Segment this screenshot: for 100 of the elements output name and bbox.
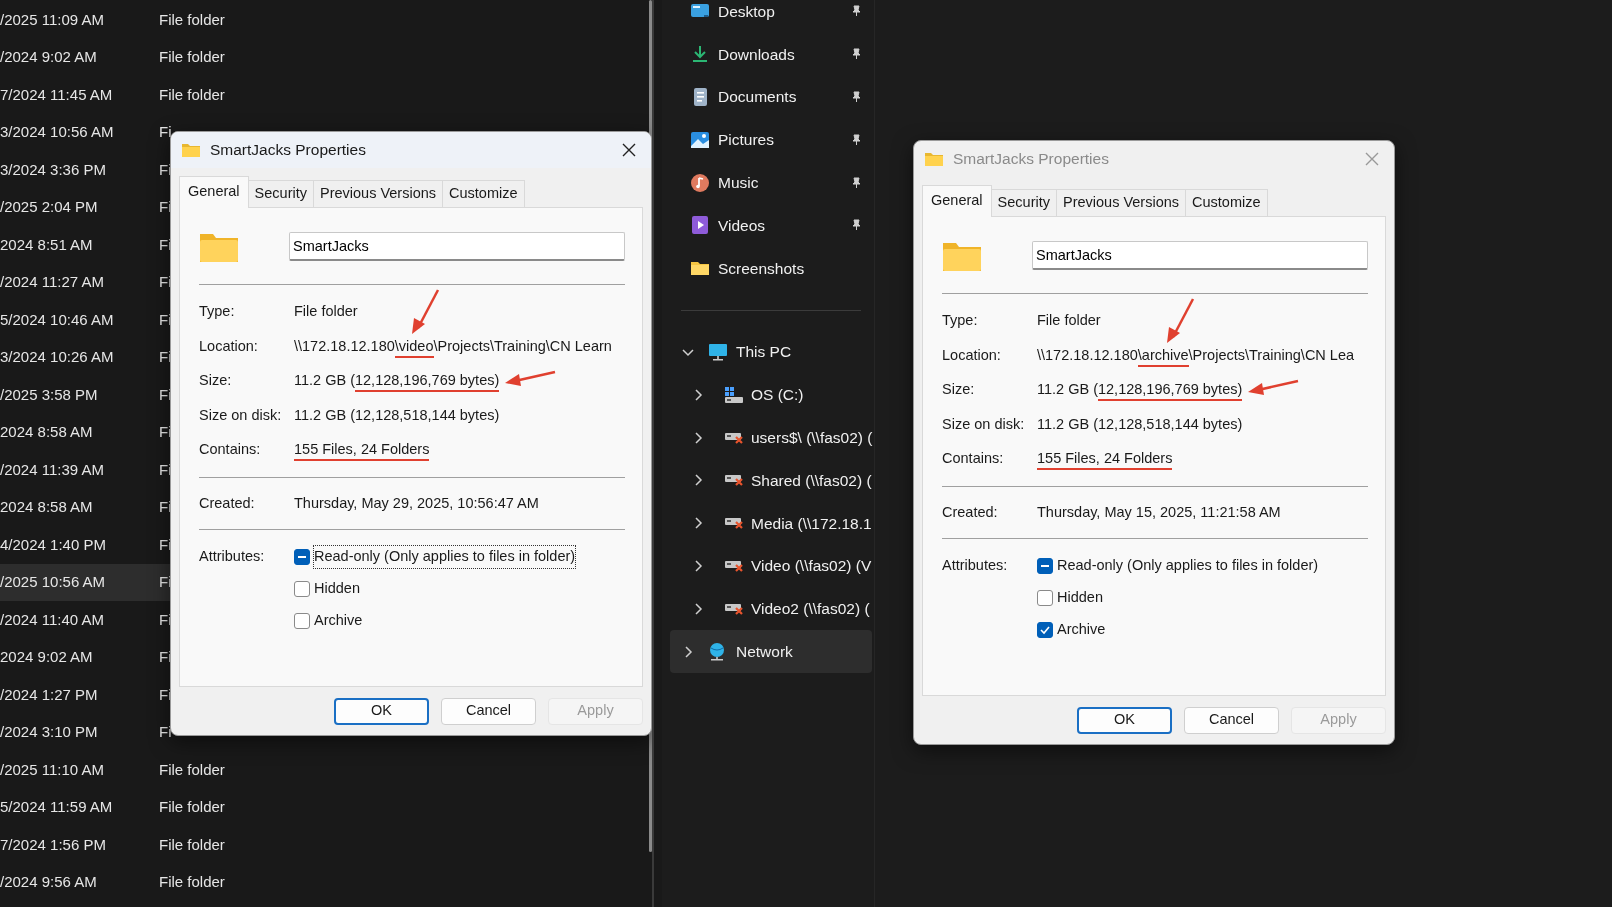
field-label: Created: — [942, 502, 999, 522]
date-text: 5/2024 11:59 AM — [0, 797, 114, 817]
field-value: 11.2 GB (12,128,196,769 bytes) — [1037, 379, 1243, 401]
type-text: File folder — [159, 47, 225, 67]
checkbox-label[interactable]: Read-only (Only applies to files in folder) — [1057, 555, 1319, 577]
type-text: Fi — [159, 122, 172, 142]
name-field[interactable]: SmartJacks — [289, 232, 625, 262]
date-text: /2025 2:04 PM — [0, 197, 99, 217]
checkbox[interactable] — [294, 612, 310, 629]
date-text: /2024 11:39 AM — [0, 459, 105, 480]
date-text: 3/2024 3:36 PM — [0, 159, 107, 180]
file-row[interactable]: 7/2024 1:56 PM File folder — [0, 826, 652, 864]
nav-item[interactable]: Documents — [662, 75, 874, 119]
type-text: File folder — [159, 84, 225, 105]
nav-item[interactable]: Downloads — [662, 32, 874, 76]
field-value: 11.2 GB (12,128,518,144 bytes) — [1037, 414, 1243, 434]
field-value: Thursday, May 15, 2025, 11:21:58 AM — [1037, 502, 1281, 522]
field-label: Size on disk: — [199, 405, 283, 425]
field-value: 11.2 GB (12,128,518,144 bytes) — [294, 405, 500, 425]
date-text: /2025 10:56 AM — [0, 572, 107, 592]
date-text: /2025 11:10 AM — [0, 759, 105, 780]
date-text: 7/2024 1:56 PM — [0, 834, 107, 855]
video-icon — [690, 215, 710, 236]
field-label: Created: — [199, 493, 256, 513]
field-label: Type: — [942, 311, 979, 331]
field-value: File folder — [1037, 311, 1101, 331]
field-value: \\172.18.12.180\video\Projects\Training\CN Learn — [294, 335, 612, 358]
checkbox[interactable] — [294, 580, 310, 597]
field-value: File folder — [294, 302, 358, 322]
dialog-button[interactable]: Cancel — [1184, 706, 1279, 734]
tree-item[interactable]: Video (\\fas02) (V — [662, 544, 874, 588]
nav-item[interactable]: Videos — [662, 204, 874, 247]
tree-item[interactable]: OS (C:) — [662, 373, 874, 417]
type-text: File folder — [159, 9, 225, 30]
tab[interactable]: General — [179, 176, 249, 208]
date-text: 3/2024 10:56 AM — [0, 122, 115, 142]
tab[interactable]: Customize — [1185, 189, 1268, 216]
type-text: File folder — [159, 834, 225, 855]
checkbox-label[interactable]: Archive — [314, 609, 363, 632]
dialog-button[interactable]: OK — [334, 697, 429, 725]
file-row[interactable]: /2024 9:56 AM File folder — [0, 863, 652, 901]
tab[interactable]: Customize — [442, 180, 525, 207]
music-icon — [690, 172, 710, 193]
nav-item[interactable]: Music — [662, 161, 874, 204]
file-row[interactable]: /2024 9:02 AM File folder — [0, 38, 652, 76]
tab[interactable]: General — [922, 185, 992, 217]
date-text: /2025 11:09 AM — [0, 9, 105, 30]
dash-icon — [298, 556, 306, 559]
date-text: /2024 9:56 AM — [0, 872, 98, 892]
field-value: 11.2 GB (12,128,196,769 bytes) — [294, 370, 500, 392]
nav-item[interactable]: Desktop — [662, 0, 874, 33]
type-text: File folder — [159, 759, 225, 780]
checkbox-label[interactable]: Read-only (Only applies to files in folder) — [314, 546, 576, 568]
file-row[interactable]: 5/2024 11:59 AM File folder — [0, 788, 652, 826]
file-row[interactable]: 7/2024 11:45 AM File folder — [0, 76, 652, 114]
checkbox[interactable] — [1037, 589, 1053, 606]
field-value: \\172.18.12.180\archive\Projects\Training\CN Lea — [1037, 344, 1355, 367]
dialog-button[interactable]: OK — [1077, 706, 1172, 734]
field-label: Contains: — [942, 449, 1005, 469]
date-text: /2024 3:10 PM — [0, 722, 99, 742]
tree-item[interactable]: Media (\\172.18.1 — [662, 501, 874, 545]
checkbox[interactable] — [1037, 558, 1053, 575]
date-text: 2024 8:51 AM — [0, 234, 94, 255]
nav-item[interactable]: Screenshots — [662, 246, 874, 290]
checkbox[interactable] — [1037, 621, 1053, 638]
date-text: /2024 11:27 AM — [0, 272, 105, 292]
checkbox-label[interactable]: Archive — [1057, 618, 1106, 641]
date-text: /2024 11:40 AM — [0, 609, 105, 630]
tree-item[interactable]: users$\ (\\fas02) ( — [662, 416, 874, 459]
type-text: File folder — [159, 872, 225, 892]
close-icon — [1364, 151, 1380, 167]
checkbox-label[interactable]: Hidden — [1057, 587, 1103, 609]
field-label: Size: — [199, 371, 233, 391]
nav-item[interactable]: Pictures — [662, 118, 874, 162]
field-label: Contains: — [199, 440, 262, 460]
tree-item[interactable]: This PC — [662, 330, 874, 374]
type-text: File folder — [159, 797, 225, 817]
checkbox[interactable] — [294, 549, 310, 566]
checkbox-label[interactable]: Hidden — [314, 578, 360, 600]
tree-item[interactable]: Shared (\\fas02) ( — [662, 458, 874, 502]
type-text: Fi — [159, 722, 172, 742]
file-row[interactable]: /2025 11:10 AM File folder — [0, 751, 652, 789]
monitor-icon — [708, 341, 728, 362]
date-text: 4/2024 1:40 PM — [0, 534, 107, 555]
window-title: SmartJacks Properties — [210, 140, 366, 161]
field-label: Attributes: — [942, 556, 1009, 576]
name-field[interactable]: SmartJacks — [1032, 241, 1368, 271]
folder-icon — [924, 151, 944, 167]
date-text: /2025 3:58 PM — [0, 384, 99, 405]
date-text: /2024 1:27 PM — [0, 684, 99, 705]
network-drive-icon — [724, 474, 744, 487]
network-drive-icon — [724, 559, 744, 572]
file-row[interactable]: /2025 11:09 AM File folder — [0, 1, 652, 39]
window-title: SmartJacks Properties — [953, 149, 1109, 170]
dialog-button[interactable]: Cancel — [441, 697, 536, 725]
tree-item[interactable]: Network — [670, 630, 872, 673]
tree-item[interactable]: Video2 (\\fas02) ( — [662, 587, 874, 631]
field-label: Size: — [942, 380, 976, 400]
field-label: Type: — [199, 302, 236, 322]
date-text: 7/2024 11:45 AM — [0, 84, 114, 105]
